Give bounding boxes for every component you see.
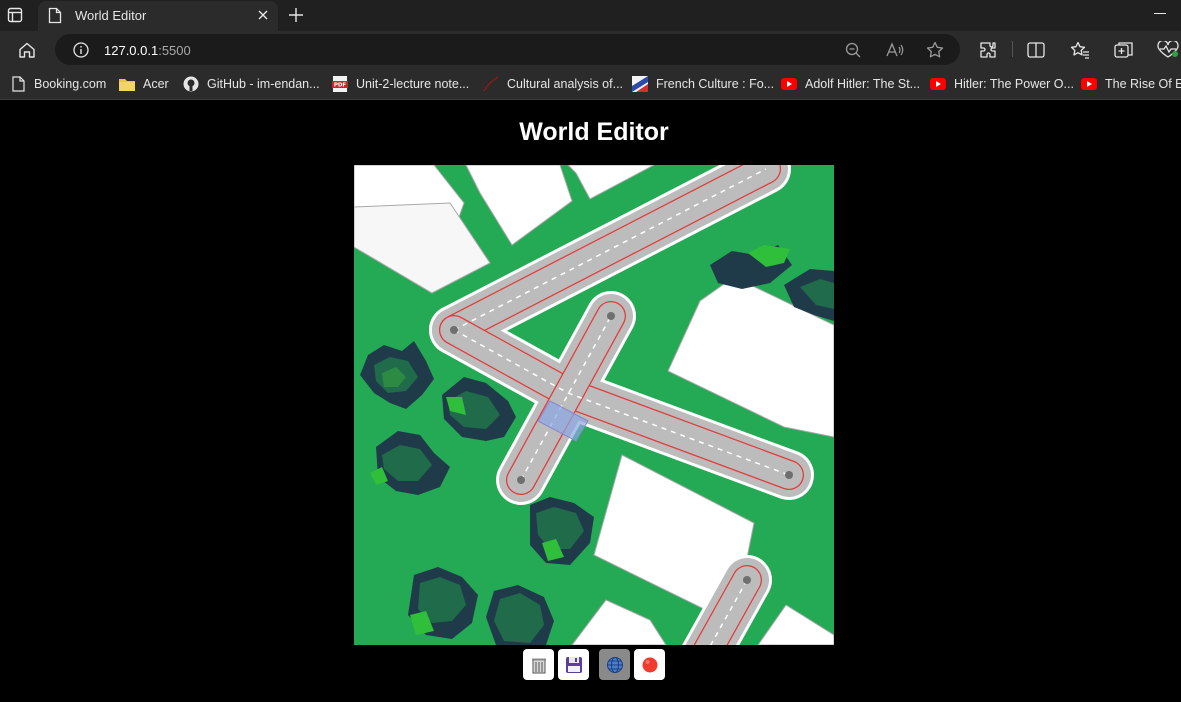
floppy-disk-icon <box>565 656 582 673</box>
bookmark-unit2[interactable]: PDF Unit-2-lecture note... <box>332 75 469 93</box>
bookmark-french[interactable]: French Culture : Fo... <box>632 75 774 93</box>
page-title: World Editor <box>519 118 669 146</box>
youtube-icon <box>781 76 797 92</box>
trash-icon <box>531 658 546 673</box>
pdf-icon: PDF <box>332 76 348 92</box>
site-icon <box>483 76 499 92</box>
split-screen-icon[interactable] <box>1024 38 1048 62</box>
bookmark-adolf[interactable]: Adolf Hitler: The St... <box>781 75 920 93</box>
tab-actions-button[interactable] <box>4 4 26 26</box>
bookmark-label: Hitler: The Power O... <box>954 77 1074 91</box>
bookmark-label: Cultural analysis of... <box>507 77 624 91</box>
address-bar[interactable]: 127.0.0.1:5500 <box>55 34 960 65</box>
page-icon <box>10 76 26 92</box>
active-tab[interactable]: World Editor <box>38 1 278 31</box>
bookmark-label: Acer <box>143 77 169 91</box>
tab-actions-icon <box>7 7 23 23</box>
bookmark-label: Unit-2-lecture note... <box>356 77 470 91</box>
stop-marking-button[interactable] <box>634 649 665 680</box>
dispose-button[interactable] <box>523 649 554 680</box>
site-icon <box>632 76 648 92</box>
tab-strip: World Editor <box>0 0 1181 31</box>
toolbar-divider <box>1012 41 1013 57</box>
plus-icon <box>289 8 303 22</box>
minimize-icon <box>1154 13 1166 14</box>
youtube-icon <box>1081 76 1097 92</box>
extensions-icon[interactable] <box>976 38 1000 62</box>
youtube-icon <box>930 76 946 92</box>
home-icon <box>19 42 35 58</box>
bookmark-acer[interactable]: Acer <box>119 75 169 93</box>
new-tab-button[interactable] <box>284 3 308 27</box>
bookmark-github[interactable]: GitHub - im-endan... <box>183 75 320 93</box>
favorite-star-icon[interactable] <box>925 40 945 60</box>
page-favicon-icon <box>48 7 62 29</box>
favorites-icon[interactable] <box>1068 38 1092 62</box>
collections-icon[interactable] <box>1112 38 1136 62</box>
close-tab-icon[interactable] <box>254 6 272 24</box>
browser-toolbar: 127.0.0.1:5500 <box>0 31 1181 68</box>
url-text[interactable]: 127.0.0.1:5500 <box>104 43 191 58</box>
bookmark-power[interactable]: Hitler: The Power O... <box>930 75 1074 93</box>
folder-icon <box>119 76 135 92</box>
github-icon <box>183 76 199 92</box>
zoom-out-icon[interactable] <box>843 40 863 60</box>
save-button[interactable] <box>558 649 589 680</box>
world-canvas[interactable] <box>354 165 834 645</box>
bookmark-booking[interactable]: Booking.com <box>10 75 106 93</box>
read-aloud-icon[interactable] <box>885 40 905 60</box>
bookmark-label: Booking.com <box>34 77 107 91</box>
bookmark-label: Adolf Hitler: The St... <box>805 77 921 91</box>
graph-editor-button[interactable] <box>599 649 630 680</box>
bookmark-label: The Rise Of Em <box>1105 77 1181 91</box>
globe-icon <box>606 656 623 673</box>
tab-title: World Editor <box>75 8 147 23</box>
url-port: :5500 <box>158 43 191 58</box>
red-circle-icon <box>642 657 657 672</box>
bookmark-label: French Culture : Fo... <box>656 77 775 91</box>
svg-text:PDF: PDF <box>334 83 347 89</box>
minimize-button[interactable] <box>1152 8 1168 20</box>
url-host: 127.0.0.1 <box>104 43 159 58</box>
bookmarks-bar: Booking.com Acer GitHub - im-endan... PD… <box>0 68 1181 100</box>
browser-essentials-icon[interactable] <box>1156 38 1180 62</box>
bookmark-label: GitHub - im-endan... <box>207 77 320 91</box>
bookmark-rise[interactable]: The Rise Of Em <box>1081 75 1181 93</box>
bookmark-cultural[interactable]: Cultural analysis of... <box>483 75 623 93</box>
site-info-icon[interactable] <box>73 42 89 63</box>
home-button[interactable] <box>15 38 39 62</box>
